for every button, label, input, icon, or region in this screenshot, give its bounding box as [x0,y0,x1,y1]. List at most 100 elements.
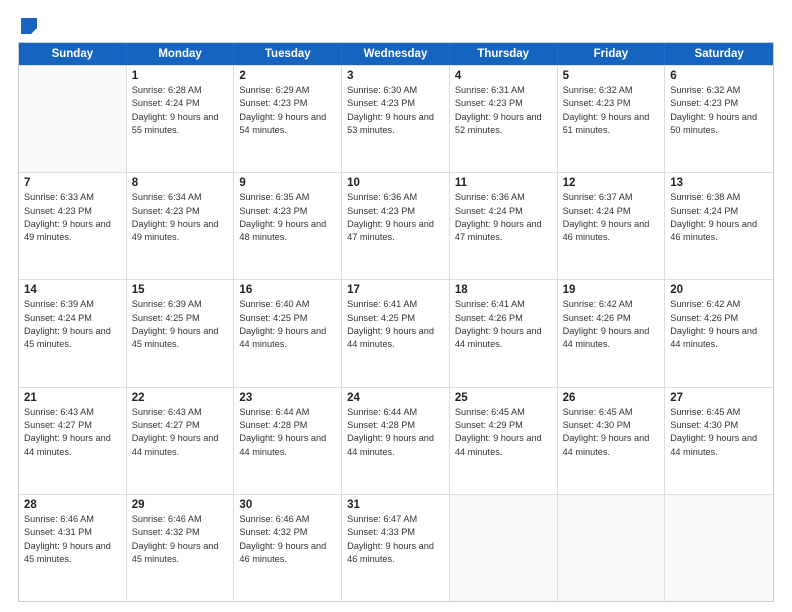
calendar-day-5: 5Sunrise: 6:32 AMSunset: 4:23 PMDaylight… [558,66,666,172]
calendar-day-empty [665,495,773,601]
calendar-day-19: 19 Sunrise: 6:42 AMSunset: 4:26 PMDayligh… [558,280,666,386]
day-info: Sunrise: 6:28 AMSunset: 4:24 PMDaylight:… [132,84,229,137]
day-info: Sunrise: 6:45 AMSunset: 4:29 PMDaylight:… [455,406,552,459]
day-number: 26 [563,392,660,404]
calendar-day-2: 2 Sunrise: 6:29 AMSunset: 4:23 PMDaylight… [234,66,342,172]
calendar-day-15: 15 Sunrise: 6:39 AMSunset: 4:25 PMDayligh… [127,280,235,386]
calendar-day-26: 26 Sunrise: 6:45 AMSunset: 4:30 PMDayligh… [558,388,666,494]
calendar-day-9: 9 Sunrise: 6:35 AMSunset: 4:23 PMDaylight… [234,173,342,279]
day-number: 8 [132,177,229,189]
weekday-header: Friday [558,43,666,65]
day-info: Sunrise: 6:46 AMSunset: 4:32 PMDaylight:… [132,513,229,566]
day-number: 17 [347,284,444,296]
day-number: 9 [239,177,336,189]
calendar-day-31: 31 Sunrise: 6:47 AMSunset: 4:33 PMDayligh… [342,495,450,601]
calendar-day-empty [19,66,127,172]
calendar-week: 28Sunrise: 6:46 AMSunset: 4:31 PMDayligh… [19,494,773,601]
calendar-day-6: 6 Sunrise: 6:32 AMSunset: 4:23 PMDaylight… [665,66,773,172]
day-info: Sunrise: 6:47 AMSunset: 4:33 PMDaylight:… [347,513,444,566]
calendar-day-8: 8 Sunrise: 6:34 AMSunset: 4:23 PMDaylight… [127,173,235,279]
calendar-day-29: 29 Sunrise: 6:46 AMSunset: 4:32 PMDayligh… [127,495,235,601]
calendar-week: 14 Sunrise: 6:39 AMSunset: 4:24 PMDayligh… [19,279,773,386]
calendar-header: SundayMondayTuesdayWednesdayThursdayFrid… [19,43,773,65]
calendar: SundayMondayTuesdayWednesdayThursdayFrid… [18,42,774,602]
day-number: 14 [24,284,121,296]
day-number: 18 [455,284,552,296]
day-number: 6 [670,70,768,82]
day-number: 23 [239,392,336,404]
day-number: 19 [563,284,660,296]
day-info: Sunrise: 6:33 AMSunset: 4:23 PMDaylight:… [24,191,121,244]
day-number: 5 [563,70,660,82]
day-info: Sunrise: 6:32 AMSunset: 4:23 PMDaylight:… [670,84,768,137]
day-number: 31 [347,499,444,511]
day-number: 25 [455,392,552,404]
header [18,18,774,32]
day-number: 7 [24,177,121,189]
calendar-day-30: 30 Sunrise: 6:46 AMSunset: 4:32 PMDayligh… [234,495,342,601]
calendar-day-10: 10 Sunrise: 6:36 AMSunset: 4:23 PMDayligh… [342,173,450,279]
day-number: 2 [239,70,336,82]
day-info: Sunrise: 6:41 AMSunset: 4:26 PMDaylight:… [455,298,552,351]
logo-icon [21,18,37,34]
day-info: Sunrise: 6:42 AMSunset: 4:26 PMDaylight:… [563,298,660,351]
weekday-header: Saturday [665,43,773,65]
calendar-day-22: 22 Sunrise: 6:43 AMSunset: 4:27 PMDayligh… [127,388,235,494]
day-info: Sunrise: 6:42 AMSunset: 4:26 PMDaylight:… [670,298,768,351]
day-info: Sunrise: 6:39 AMSunset: 4:24 PMDaylight:… [24,298,121,351]
calendar-day-21: 21 Sunrise: 6:43 AMSunset: 4:27 PMDayligh… [19,388,127,494]
weekday-header: Tuesday [234,43,342,65]
day-info: Sunrise: 6:29 AMSunset: 4:23 PMDaylight:… [239,84,336,137]
day-info: Sunrise: 6:38 AMSunset: 4:24 PMDaylight:… [670,191,768,244]
calendar-day-4: 4Sunrise: 6:31 AMSunset: 4:23 PMDaylight… [450,66,558,172]
day-number: 28 [24,499,121,511]
page: SundayMondayTuesdayWednesdayThursdayFrid… [0,0,792,612]
day-number: 15 [132,284,229,296]
calendar-day-14: 14 Sunrise: 6:39 AMSunset: 4:24 PMDayligh… [19,280,127,386]
day-info: Sunrise: 6:45 AMSunset: 4:30 PMDaylight:… [563,406,660,459]
calendar-week: 7 Sunrise: 6:33 AMSunset: 4:23 PMDaylight… [19,172,773,279]
calendar-day-empty [450,495,558,601]
calendar-day-18: 18 Sunrise: 6:41 AMSunset: 4:26 PMDayligh… [450,280,558,386]
day-info: Sunrise: 6:40 AMSunset: 4:25 PMDaylight:… [239,298,336,351]
day-number: 12 [563,177,660,189]
weekday-header: Monday [127,43,235,65]
day-info: Sunrise: 6:43 AMSunset: 4:27 PMDaylight:… [24,406,121,459]
day-info: Sunrise: 6:46 AMSunset: 4:32 PMDaylight:… [239,513,336,566]
calendar-day-7: 7 Sunrise: 6:33 AMSunset: 4:23 PMDaylight… [19,173,127,279]
day-info: Sunrise: 6:45 AMSunset: 4:30 PMDaylight:… [670,406,768,459]
calendar-body: 1Sunrise: 6:28 AMSunset: 4:24 PMDaylight… [19,65,773,601]
day-info: Sunrise: 6:44 AMSunset: 4:28 PMDaylight:… [347,406,444,459]
day-info: Sunrise: 6:44 AMSunset: 4:28 PMDaylight:… [239,406,336,459]
day-number: 11 [455,177,552,189]
calendar-day-20: 20Sunrise: 6:42 AMSunset: 4:26 PMDayligh… [665,280,773,386]
logo [18,18,37,32]
day-number: 22 [132,392,229,404]
day-number: 21 [24,392,121,404]
calendar-day-24: 24Sunrise: 6:44 AMSunset: 4:28 PMDayligh… [342,388,450,494]
day-info: Sunrise: 6:43 AMSunset: 4:27 PMDaylight:… [132,406,229,459]
calendar-day-11: 11Sunrise: 6:36 AMSunset: 4:24 PMDayligh… [450,173,558,279]
day-info: Sunrise: 6:37 AMSunset: 4:24 PMDaylight:… [563,191,660,244]
calendar-week: 21 Sunrise: 6:43 AMSunset: 4:27 PMDayligh… [19,387,773,494]
day-info: Sunrise: 6:35 AMSunset: 4:23 PMDaylight:… [239,191,336,244]
calendar-day-3: 3Sunrise: 6:30 AMSunset: 4:23 PMDaylight… [342,66,450,172]
day-info: Sunrise: 6:39 AMSunset: 4:25 PMDaylight:… [132,298,229,351]
calendar-day-17: 17Sunrise: 6:41 AMSunset: 4:25 PMDayligh… [342,280,450,386]
day-number: 30 [239,499,336,511]
calendar-day-28: 28Sunrise: 6:46 AMSunset: 4:31 PMDayligh… [19,495,127,601]
calendar-day-1: 1Sunrise: 6:28 AMSunset: 4:24 PMDaylight… [127,66,235,172]
day-number: 29 [132,499,229,511]
day-info: Sunrise: 6:31 AMSunset: 4:23 PMDaylight:… [455,84,552,137]
calendar-day-25: 25 Sunrise: 6:45 AMSunset: 4:29 PMDayligh… [450,388,558,494]
weekday-header: Sunday [19,43,127,65]
calendar-day-27: 27 Sunrise: 6:45 AMSunset: 4:30 PMDayligh… [665,388,773,494]
day-number: 10 [347,177,444,189]
day-number: 3 [347,70,444,82]
calendar-day-empty [558,495,666,601]
weekday-header: Thursday [450,43,558,65]
day-info: Sunrise: 6:36 AMSunset: 4:23 PMDaylight:… [347,191,444,244]
day-number: 27 [670,392,768,404]
day-info: Sunrise: 6:34 AMSunset: 4:23 PMDaylight:… [132,191,229,244]
weekday-header: Wednesday [342,43,450,65]
